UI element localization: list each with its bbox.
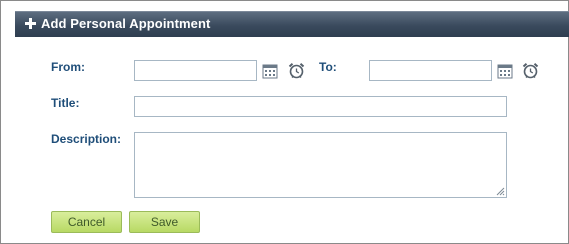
save-button[interactable]: Save [129, 211, 200, 233]
resize-grip-icon[interactable] [495, 186, 505, 196]
plus-icon [25, 18, 36, 29]
title-label: Title: [51, 96, 80, 110]
title-input[interactable] [134, 96, 507, 117]
panel-header: Add Personal Appointment [15, 11, 569, 37]
calendar-icon[interactable] [262, 63, 278, 79]
alarm-clock-icon[interactable] [288, 62, 305, 79]
panel-title: Add Personal Appointment [41, 16, 211, 31]
cancel-button[interactable]: Cancel [51, 211, 122, 233]
from-date-input[interactable] [134, 60, 257, 81]
description-textarea[interactable] [134, 132, 507, 198]
description-label: Description: [51, 132, 122, 146]
appointment-panel: Add Personal Appointment From: To: Title… [0, 0, 569, 244]
from-label: From: [51, 60, 85, 74]
to-label: To: [319, 60, 337, 74]
calendar-icon[interactable] [497, 63, 513, 79]
to-date-input[interactable] [369, 60, 492, 81]
alarm-clock-icon[interactable] [522, 62, 539, 79]
